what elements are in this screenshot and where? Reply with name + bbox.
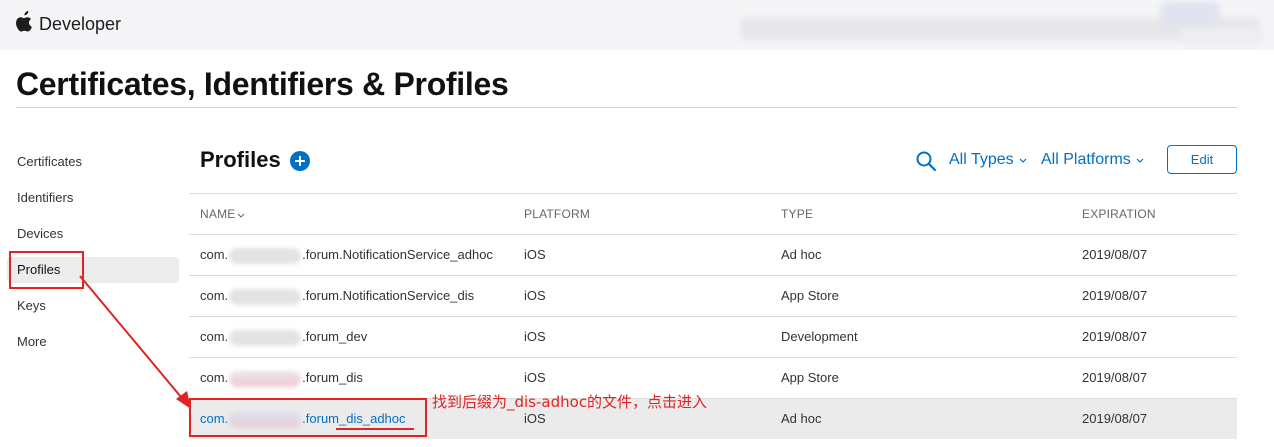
name-prefix: com.: [200, 329, 229, 344]
sort-chevron-icon: [238, 213, 245, 218]
profile-expiration: 2019/08/07: [1082, 247, 1148, 262]
name-suffix: .forum.NotificationService_adhoc: [302, 247, 493, 262]
name-suffix: .forum.NotificationService_dis: [302, 288, 475, 303]
profile-type: Ad hoc: [781, 411, 822, 426]
edit-button[interactable]: Edit: [1167, 145, 1237, 174]
profile-name[interactable]: com. .forum.NotificationService_dis: [200, 276, 474, 316]
profile-platform: iOS: [524, 288, 546, 303]
table-row[interactable]: com. .forum.NotificationService_adhoc iOS…: [189, 234, 1237, 275]
column-header-name[interactable]: NAME: [200, 194, 245, 234]
profile-name[interactable]: com. .forum_dev: [200, 317, 367, 357]
profile-platform: iOS: [524, 329, 546, 344]
profile-expiration: 2019/08/07: [1082, 329, 1148, 344]
chevron-down-icon: [1136, 158, 1144, 163]
column-header-label: NAME: [200, 207, 236, 221]
redacted-text: [229, 247, 302, 264]
redacted-text: [229, 370, 302, 387]
chevron-down-icon: [1019, 158, 1027, 163]
types-filter-dropdown[interactable]: All Types: [949, 151, 1028, 169]
column-header-type: TYPE: [781, 207, 814, 221]
profile-platform: iOS: [524, 247, 546, 262]
add-profile-button[interactable]: [290, 151, 310, 171]
redacted-nav-area: [1160, 2, 1220, 26]
name-prefix: com.: [200, 247, 229, 262]
profile-type: Ad hoc: [781, 247, 822, 262]
brand-name[interactable]: Developer: [39, 14, 121, 35]
column-header-expiration: EXPIRATION: [1082, 207, 1156, 221]
redacted-nav-area: [1180, 28, 1260, 44]
name-suffix: .forum_dev: [302, 329, 368, 344]
annotation-box-profiles: [9, 251, 84, 289]
redacted-text: [229, 288, 302, 305]
name-suffix: .forum_dis: [302, 370, 363, 385]
search-icon[interactable]: [915, 150, 937, 172]
profile-expiration: 2019/08/07: [1082, 411, 1148, 426]
profile-type: App Store: [781, 370, 839, 385]
page-title: Certificates, Identifiers & Profiles: [16, 66, 509, 102]
profile-type: App Store: [781, 288, 839, 303]
section-title: Profiles: [200, 147, 281, 172]
platforms-filter-dropdown[interactable]: All Platforms: [1041, 151, 1145, 169]
redacted-text: [229, 329, 302, 346]
sidebar-item-certificates[interactable]: Certificates: [7, 149, 179, 175]
types-filter-label: All Types: [949, 151, 1014, 168]
table-header-row: NAME PLATFORM TYPE EXPIRATION: [189, 193, 1237, 234]
profile-name[interactable]: com. .forum_dis: [200, 358, 363, 398]
profile-name[interactable]: com. .forum.NotificationService_adhoc: [200, 235, 493, 275]
annotation-text: 找到后缀为_dis-adhoc的文件，点击进入: [432, 393, 708, 411]
platforms-filter-label: All Platforms: [1041, 151, 1131, 168]
sidebar-item-devices[interactable]: Devices: [7, 221, 179, 247]
global-nav: Developer: [0, 0, 1274, 50]
apple-logo-icon[interactable]: [16, 11, 34, 32]
annotation-underline: [336, 428, 414, 430]
table-row[interactable]: com. .forum_dev iOS Development 2019/08/0…: [189, 316, 1237, 357]
table-row[interactable]: com. .forum.NotificationService_dis iOS A…: [189, 275, 1237, 316]
annotation-box-target-row: [189, 398, 427, 437]
column-header-platform: PLATFORM: [524, 207, 591, 221]
name-prefix: com.: [200, 370, 229, 385]
table-row[interactable]: com. .forum_dis iOS App Store 2019/08/07: [189, 357, 1237, 398]
profile-expiration: 2019/08/07: [1082, 370, 1148, 385]
sidebar-item-more[interactable]: More: [7, 329, 179, 355]
sidebar-item-keys[interactable]: Keys: [7, 293, 179, 319]
divider: [16, 107, 1237, 108]
name-prefix: com.: [200, 288, 229, 303]
profile-expiration: 2019/08/07: [1082, 288, 1148, 303]
sidebar-item-identifiers[interactable]: Identifiers: [7, 185, 179, 211]
profile-type: Development: [781, 329, 858, 344]
